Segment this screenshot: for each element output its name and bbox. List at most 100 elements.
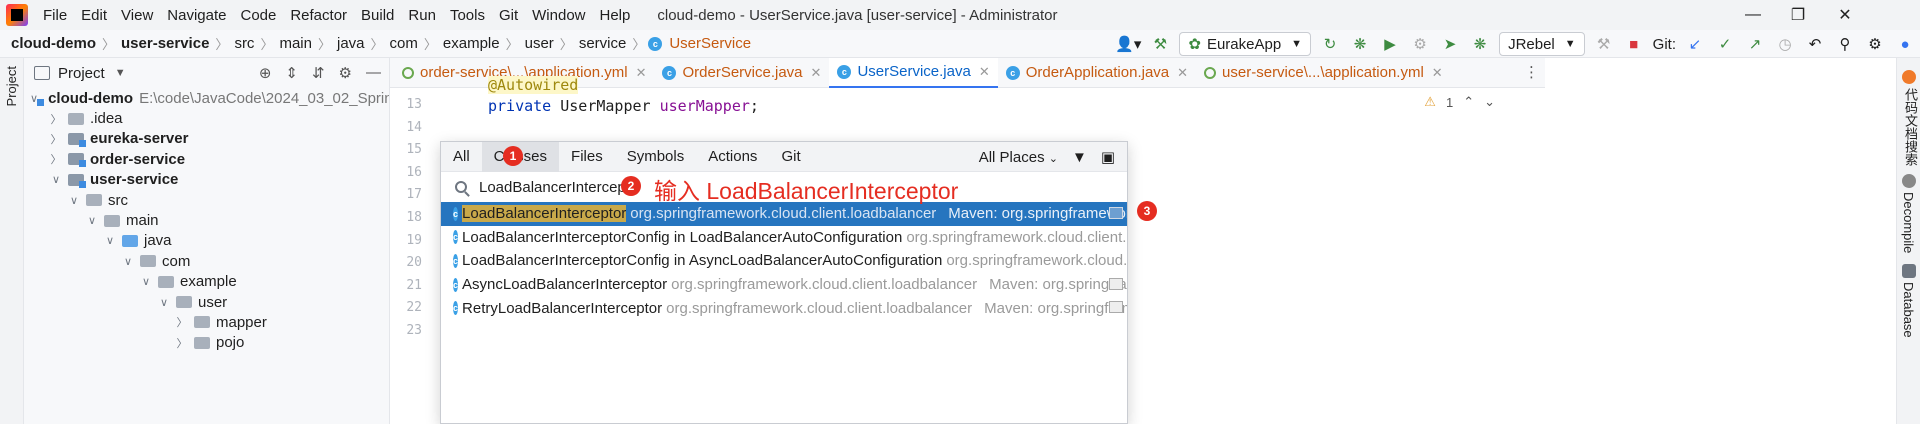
close-icon[interactable]: ✕ bbox=[811, 65, 822, 81]
tree-node[interactable]: ∨ com bbox=[24, 251, 389, 271]
menu-file[interactable]: File bbox=[36, 7, 74, 24]
chevron-down-icon[interactable]: ∨ bbox=[102, 234, 118, 247]
doc-search-tool-tab[interactable]: 代码文档搜索 bbox=[1901, 88, 1920, 166]
breadcrumb-item[interactable]: src bbox=[231, 35, 257, 52]
git-history-icon[interactable]: ◷ bbox=[1774, 33, 1796, 55]
editor-tab[interactable]: c OrderApplication.java ✕ bbox=[998, 58, 1196, 88]
editor-tab[interactable]: c UserService.java ✕ bbox=[829, 57, 998, 88]
breadcrumb-item[interactable]: java bbox=[334, 35, 368, 52]
chevron-down-icon[interactable]: ▼ bbox=[115, 67, 126, 79]
search-tab-all[interactable]: All bbox=[441, 142, 482, 172]
search-tab-symbols[interactable]: Symbols bbox=[615, 142, 697, 172]
search-tab-actions[interactable]: Actions bbox=[696, 142, 769, 172]
breadcrumb-item[interactable]: UserService bbox=[666, 35, 754, 52]
menu-help[interactable]: Help bbox=[593, 7, 638, 24]
menu-navigate[interactable]: Navigate bbox=[160, 7, 233, 24]
rerun-icon[interactable]: ↻ bbox=[1319, 33, 1341, 55]
chevron-down-icon[interactable]: ⌄ bbox=[1484, 94, 1495, 110]
search-result-item[interactable]: c LoadBalancerInterceptorConfig in AsyncL… bbox=[441, 249, 1127, 273]
search-result-item[interactable]: c LoadBalancerInterceptorConfig in LoadBa… bbox=[441, 226, 1127, 250]
menu-refactor[interactable]: Refactor bbox=[283, 7, 354, 24]
open-in-window-icon[interactable]: ▣ bbox=[1101, 148, 1115, 166]
breadcrumb-item[interactable]: com bbox=[387, 35, 421, 52]
profile-icon[interactable]: ⚙ bbox=[1409, 33, 1431, 55]
chevron-up-icon[interactable]: ⌃ bbox=[1463, 94, 1474, 110]
collapse-all-icon[interactable]: ⇵ bbox=[312, 64, 325, 82]
tree-node[interactable]: 〉 order-service bbox=[24, 149, 389, 169]
chevron-down-icon[interactable]: ∨ bbox=[120, 255, 136, 268]
tree-node[interactable]: ∨ java bbox=[24, 231, 389, 251]
breadcrumb-item[interactable]: user-service bbox=[118, 35, 212, 52]
breadcrumb-item[interactable]: service bbox=[576, 35, 630, 52]
git-update-icon[interactable]: ↙ bbox=[1684, 33, 1706, 55]
project-tool-tab[interactable]: Project bbox=[4, 66, 19, 106]
breadcrumb-item[interactable]: user bbox=[522, 35, 557, 52]
user-icon[interactable]: 👤▾ bbox=[1115, 33, 1141, 55]
search-result-item[interactable]: c AsyncLoadBalancerInterceptor org.springf… bbox=[441, 273, 1127, 297]
menu-build[interactable]: Build bbox=[354, 7, 401, 24]
database-tool-tab[interactable]: Database bbox=[1901, 282, 1916, 338]
debug-icon[interactable]: ❋ bbox=[1349, 33, 1371, 55]
chevron-right-icon[interactable]: 〉 bbox=[174, 314, 190, 330]
tree-node[interactable]: ∨ user-service bbox=[24, 170, 389, 190]
editor-tab[interactable]: user-service\...\application.yml ✕ bbox=[1196, 58, 1451, 88]
filter-icon[interactable]: ▼ bbox=[1072, 149, 1087, 166]
hammer-disabled-icon[interactable]: ⚒ bbox=[1593, 33, 1615, 55]
menu-git[interactable]: Git bbox=[492, 7, 525, 24]
restore-button[interactable]: ❐ bbox=[1775, 0, 1821, 30]
breadcrumb-item[interactable]: example bbox=[440, 35, 503, 52]
build-hammer-icon[interactable]: ⚒ bbox=[1149, 33, 1171, 55]
close-window-button[interactable]: ✕ bbox=[1822, 0, 1868, 30]
expand-all-icon[interactable]: ⇕ bbox=[285, 64, 298, 82]
chevron-down-icon[interactable]: ∨ bbox=[84, 214, 100, 227]
close-icon[interactable]: ✕ bbox=[636, 65, 647, 81]
search-tab-files[interactable]: Files bbox=[559, 142, 615, 172]
close-icon[interactable]: ✕ bbox=[1432, 65, 1443, 81]
tree-node[interactable]: ∨ src bbox=[24, 190, 389, 210]
git-rollback-icon[interactable]: ↶ bbox=[1804, 33, 1826, 55]
search-input[interactable]: LoadBalancerIntercepto bbox=[479, 179, 638, 196]
search-tab-git[interactable]: Git bbox=[769, 142, 812, 172]
tree-node[interactable]: ∨ example bbox=[24, 272, 389, 292]
search-icon[interactable]: ⚲ bbox=[1834, 33, 1856, 55]
tree-node[interactable]: 〉 eureka-server bbox=[24, 129, 389, 149]
more-tabs-icon[interactable]: ⋮ bbox=[1524, 63, 1539, 81]
gear-icon[interactable]: ⚙ bbox=[339, 64, 352, 82]
chevron-down-icon[interactable]: ∨ bbox=[48, 173, 64, 186]
editor-tab[interactable]: c OrderService.java ✕ bbox=[654, 58, 829, 88]
hide-icon[interactable]: — bbox=[366, 64, 381, 82]
git-commit-icon[interactable]: ✓ bbox=[1714, 33, 1736, 55]
jrebel-dropdown[interactable]: JRebel ▼ bbox=[1499, 32, 1585, 56]
menu-edit[interactable]: Edit bbox=[74, 7, 114, 24]
scope-dropdown[interactable]: All Places ⌄ bbox=[979, 149, 1058, 166]
tree-node[interactable]: 〉 .idea bbox=[24, 108, 389, 128]
chevron-down-icon[interactable]: ∨ bbox=[66, 194, 82, 207]
minimize-button[interactable]: — bbox=[1730, 0, 1776, 30]
jrebel-run-icon[interactable]: ➤ bbox=[1439, 33, 1461, 55]
chevron-right-icon[interactable]: 〉 bbox=[48, 111, 64, 127]
search-result-item[interactable]: c RetryLoadBalancerInterceptor org.springf… bbox=[441, 296, 1127, 320]
run-config-dropdown[interactable]: ✿ EurakeApp ▼ bbox=[1179, 32, 1312, 56]
chevron-right-icon[interactable]: 〉 bbox=[48, 131, 64, 147]
tree-node[interactable]: ∨ main bbox=[24, 210, 389, 230]
inspection-widget[interactable]: ⚠ 1 ⌃ ⌄ bbox=[1424, 94, 1495, 110]
menu-window[interactable]: Window bbox=[525, 7, 592, 24]
chevron-right-icon[interactable]: 〉 bbox=[174, 335, 190, 351]
gear-icon[interactable]: ⚙ bbox=[1864, 33, 1886, 55]
stop-icon[interactable]: ■ bbox=[1623, 33, 1645, 55]
breadcrumb-item[interactable]: main bbox=[276, 35, 315, 52]
close-icon[interactable]: ✕ bbox=[979, 64, 990, 80]
close-icon[interactable]: ✕ bbox=[1177, 65, 1188, 81]
chevron-down-icon[interactable]: ∨ bbox=[156, 296, 172, 309]
chevron-down-icon[interactable]: ∨ bbox=[138, 275, 154, 288]
decompile-tool-tab[interactable]: Decompile bbox=[1901, 192, 1916, 253]
tree-node[interactable]: ∨ cloud-demo E:\code\JavaCode\2024_03_02_S… bbox=[24, 88, 389, 108]
tree-node[interactable]: 〉 mapper bbox=[24, 312, 389, 332]
run-coverage-icon[interactable]: ▶ bbox=[1379, 33, 1401, 55]
chevron-right-icon[interactable]: 〉 bbox=[48, 151, 64, 167]
tree-node[interactable]: ∨ user bbox=[24, 292, 389, 312]
menu-view[interactable]: View bbox=[114, 7, 160, 24]
menu-run[interactable]: Run bbox=[401, 7, 443, 24]
git-push-icon[interactable]: ↗ bbox=[1744, 33, 1766, 55]
project-panel-title[interactable]: Project bbox=[58, 65, 105, 82]
